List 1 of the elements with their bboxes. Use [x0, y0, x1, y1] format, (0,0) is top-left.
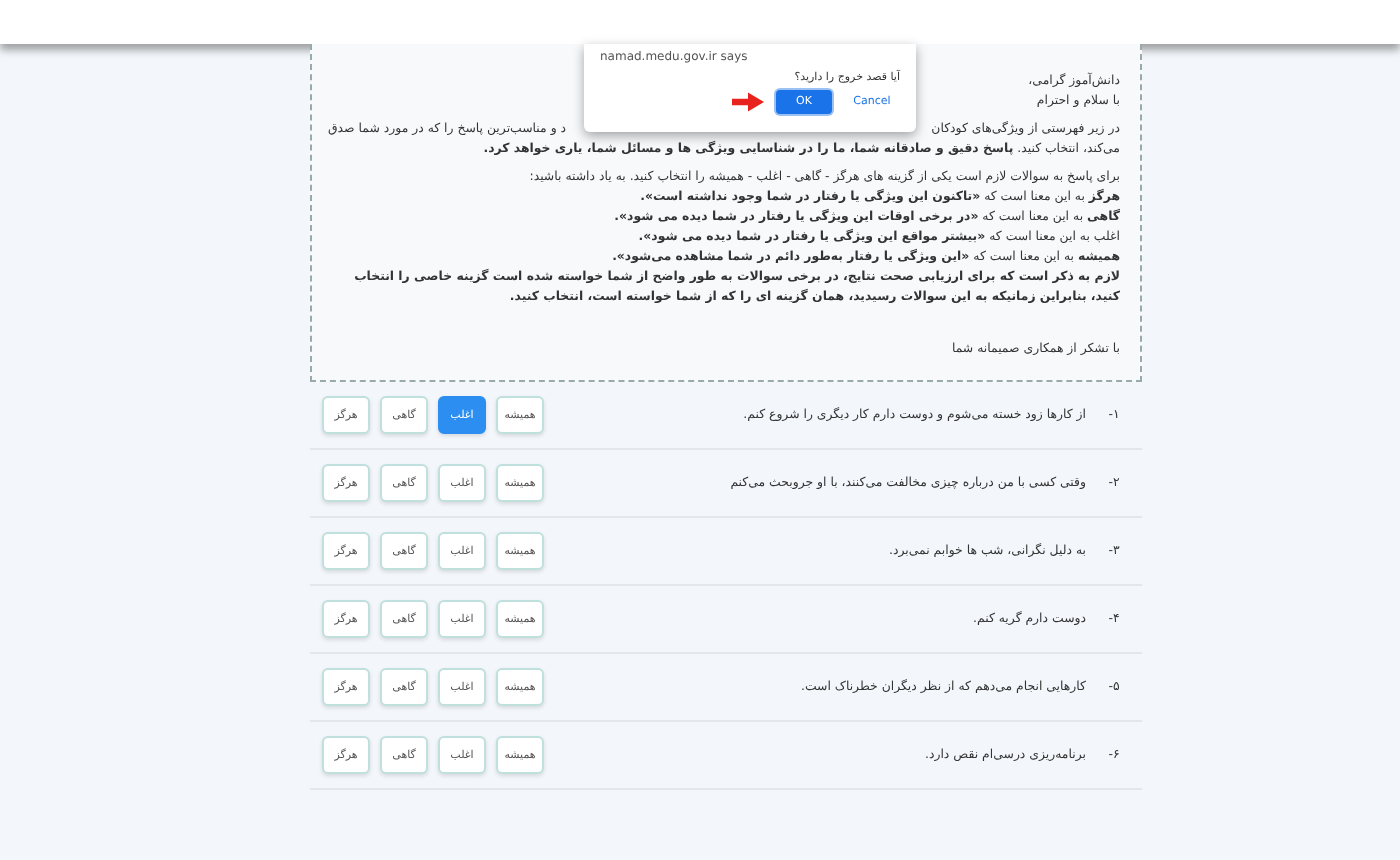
- arrow-icon: [732, 92, 764, 112]
